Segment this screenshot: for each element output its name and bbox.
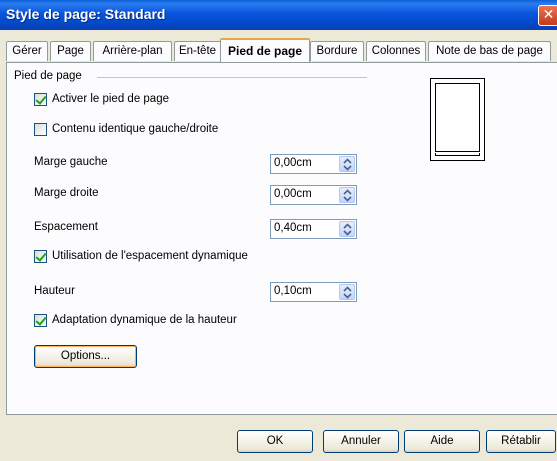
- tab-page[interactable]: Page: [50, 41, 91, 61]
- tab-colonnes[interactable]: Colonnes: [366, 41, 426, 61]
- spin-arrows-icon[interactable]: [339, 187, 355, 203]
- dynamic-spacing-label: Utilisation de l'espacement dynamique: [52, 250, 248, 262]
- spacing-label: Espacement: [34, 221, 98, 233]
- activate-footer-label: Activer le pied de page: [52, 93, 169, 105]
- checkbox-checked-icon: [34, 313, 47, 327]
- same-content-label: Contenu identique gauche/droite: [52, 123, 219, 135]
- cancel-button[interactable]: Annuler: [323, 430, 399, 453]
- spin-arrows-icon[interactable]: [339, 221, 355, 237]
- tab-gerer[interactable]: Gérer: [6, 41, 48, 61]
- spin-arrows-icon[interactable]: [339, 156, 355, 172]
- help-button[interactable]: Aide: [404, 430, 480, 453]
- right-margin-label: Marge droite: [34, 187, 99, 199]
- right-margin-value: 0,00cm: [274, 188, 312, 200]
- preview-footer: [435, 153, 480, 156]
- tab-en-tete[interactable]: En-tête: [174, 41, 221, 61]
- dynamic-spacing-checkbox[interactable]: Utilisation de l'espacement dynamique: [34, 248, 248, 264]
- group-title: Pied de page: [14, 70, 82, 82]
- tab-arriere-plan[interactable]: Arrière-plan: [93, 41, 172, 61]
- checkbox-checked-icon: [34, 249, 47, 263]
- left-margin-value: 0,00cm: [274, 157, 312, 169]
- activate-footer-checkbox[interactable]: Activer le pied de page: [34, 91, 169, 107]
- left-margin-label: Marge gauche: [34, 156, 108, 168]
- spacing-value: 0,40cm: [274, 222, 312, 234]
- tab-bordure[interactable]: Bordure: [310, 41, 364, 61]
- height-label: Hauteur: [34, 285, 75, 297]
- group-separator: [97, 77, 367, 78]
- tab-pied-de-page[interactable]: Pied de page: [220, 38, 310, 62]
- dynamic-height-label: Adaptation dynamique de la hauteur: [52, 314, 237, 326]
- preview-body: [435, 83, 480, 152]
- right-margin-spinbox[interactable]: 0,00cm: [270, 185, 357, 205]
- left-margin-spinbox[interactable]: 0,00cm: [270, 154, 357, 174]
- checkbox-unchecked-icon: [34, 122, 47, 136]
- height-spinbox[interactable]: 0,10cm: [270, 282, 357, 302]
- spacing-spinbox[interactable]: 0,40cm: [270, 219, 357, 239]
- checkbox-checked-icon: [34, 92, 47, 106]
- close-icon: ✕: [542, 7, 555, 23]
- same-content-checkbox[interactable]: Contenu identique gauche/droite: [34, 121, 218, 137]
- window-title: Style de page: Standard: [6, 6, 166, 22]
- height-value: 0,10cm: [274, 285, 312, 297]
- close-button[interactable]: ✕: [538, 5, 557, 26]
- title-bar: Style de page: Standard ✕: [0, 0, 557, 30]
- spin-arrows-icon[interactable]: [339, 284, 355, 300]
- reset-button[interactable]: Rétablir: [486, 430, 556, 453]
- tab-note-de-bas-de-page[interactable]: Note de bas de page: [428, 41, 551, 61]
- options-button[interactable]: Options...: [34, 345, 137, 368]
- page-preview: [430, 78, 485, 161]
- ok-button[interactable]: OK: [237, 430, 313, 453]
- dynamic-height-checkbox[interactable]: Adaptation dynamique de la hauteur: [34, 312, 237, 328]
